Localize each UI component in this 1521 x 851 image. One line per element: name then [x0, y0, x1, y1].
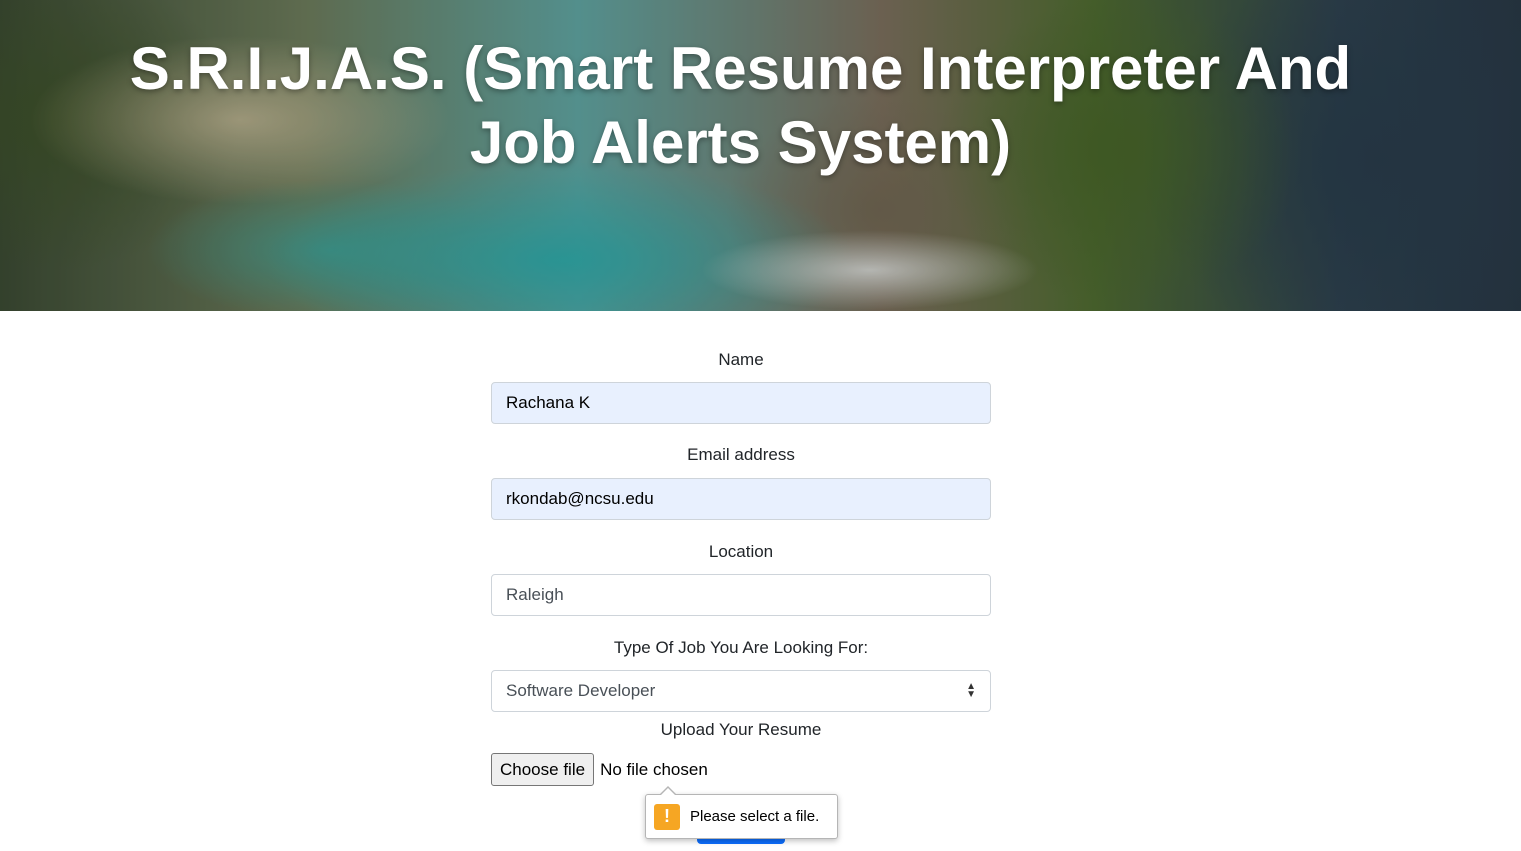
name-input[interactable]: Rachana K: [491, 382, 991, 424]
job-alert-form: Name Rachana K Email address rkondab@ncs…: [491, 340, 991, 786]
file-status-text: No file chosen: [600, 759, 708, 779]
name-input-value: Rachana K: [506, 393, 591, 412]
warning-icon: !: [654, 803, 680, 830]
name-label: Name: [718, 350, 764, 369]
select-updown-icon: ▲ ▼: [966, 681, 976, 700]
validation-tooltip: ! Please select a file.: [645, 786, 838, 839]
email-label: Email address: [687, 445, 795, 464]
location-input-value: Raleigh: [506, 585, 564, 604]
email-input-value: rkondab@ncsu.edu: [506, 489, 654, 508]
resume-label: Upload Your Resume: [660, 720, 822, 739]
hero-banner: S.R.I.J.A.S. (Smart Resume Interpreter A…: [0, 0, 1521, 311]
validation-message: Please select a file.: [690, 808, 820, 825]
location-label: Location: [708, 542, 774, 561]
page-title: S.R.I.J.A.S. (Smart Resume Interpreter A…: [129, 35, 1352, 176]
email-input[interactable]: rkondab@ncsu.edu: [491, 478, 991, 520]
job-type-selected: Software Developer: [506, 681, 656, 700]
job-type-select[interactable]: Software Developer ▲ ▼: [491, 670, 991, 712]
resume-file-input: Choose file No file chosen: [491, 753, 991, 786]
job-type-label: Type Of Job You Are Looking For:: [613, 638, 869, 657]
choose-file-button[interactable]: Choose file: [491, 753, 595, 786]
location-input[interactable]: Raleigh: [491, 574, 991, 616]
